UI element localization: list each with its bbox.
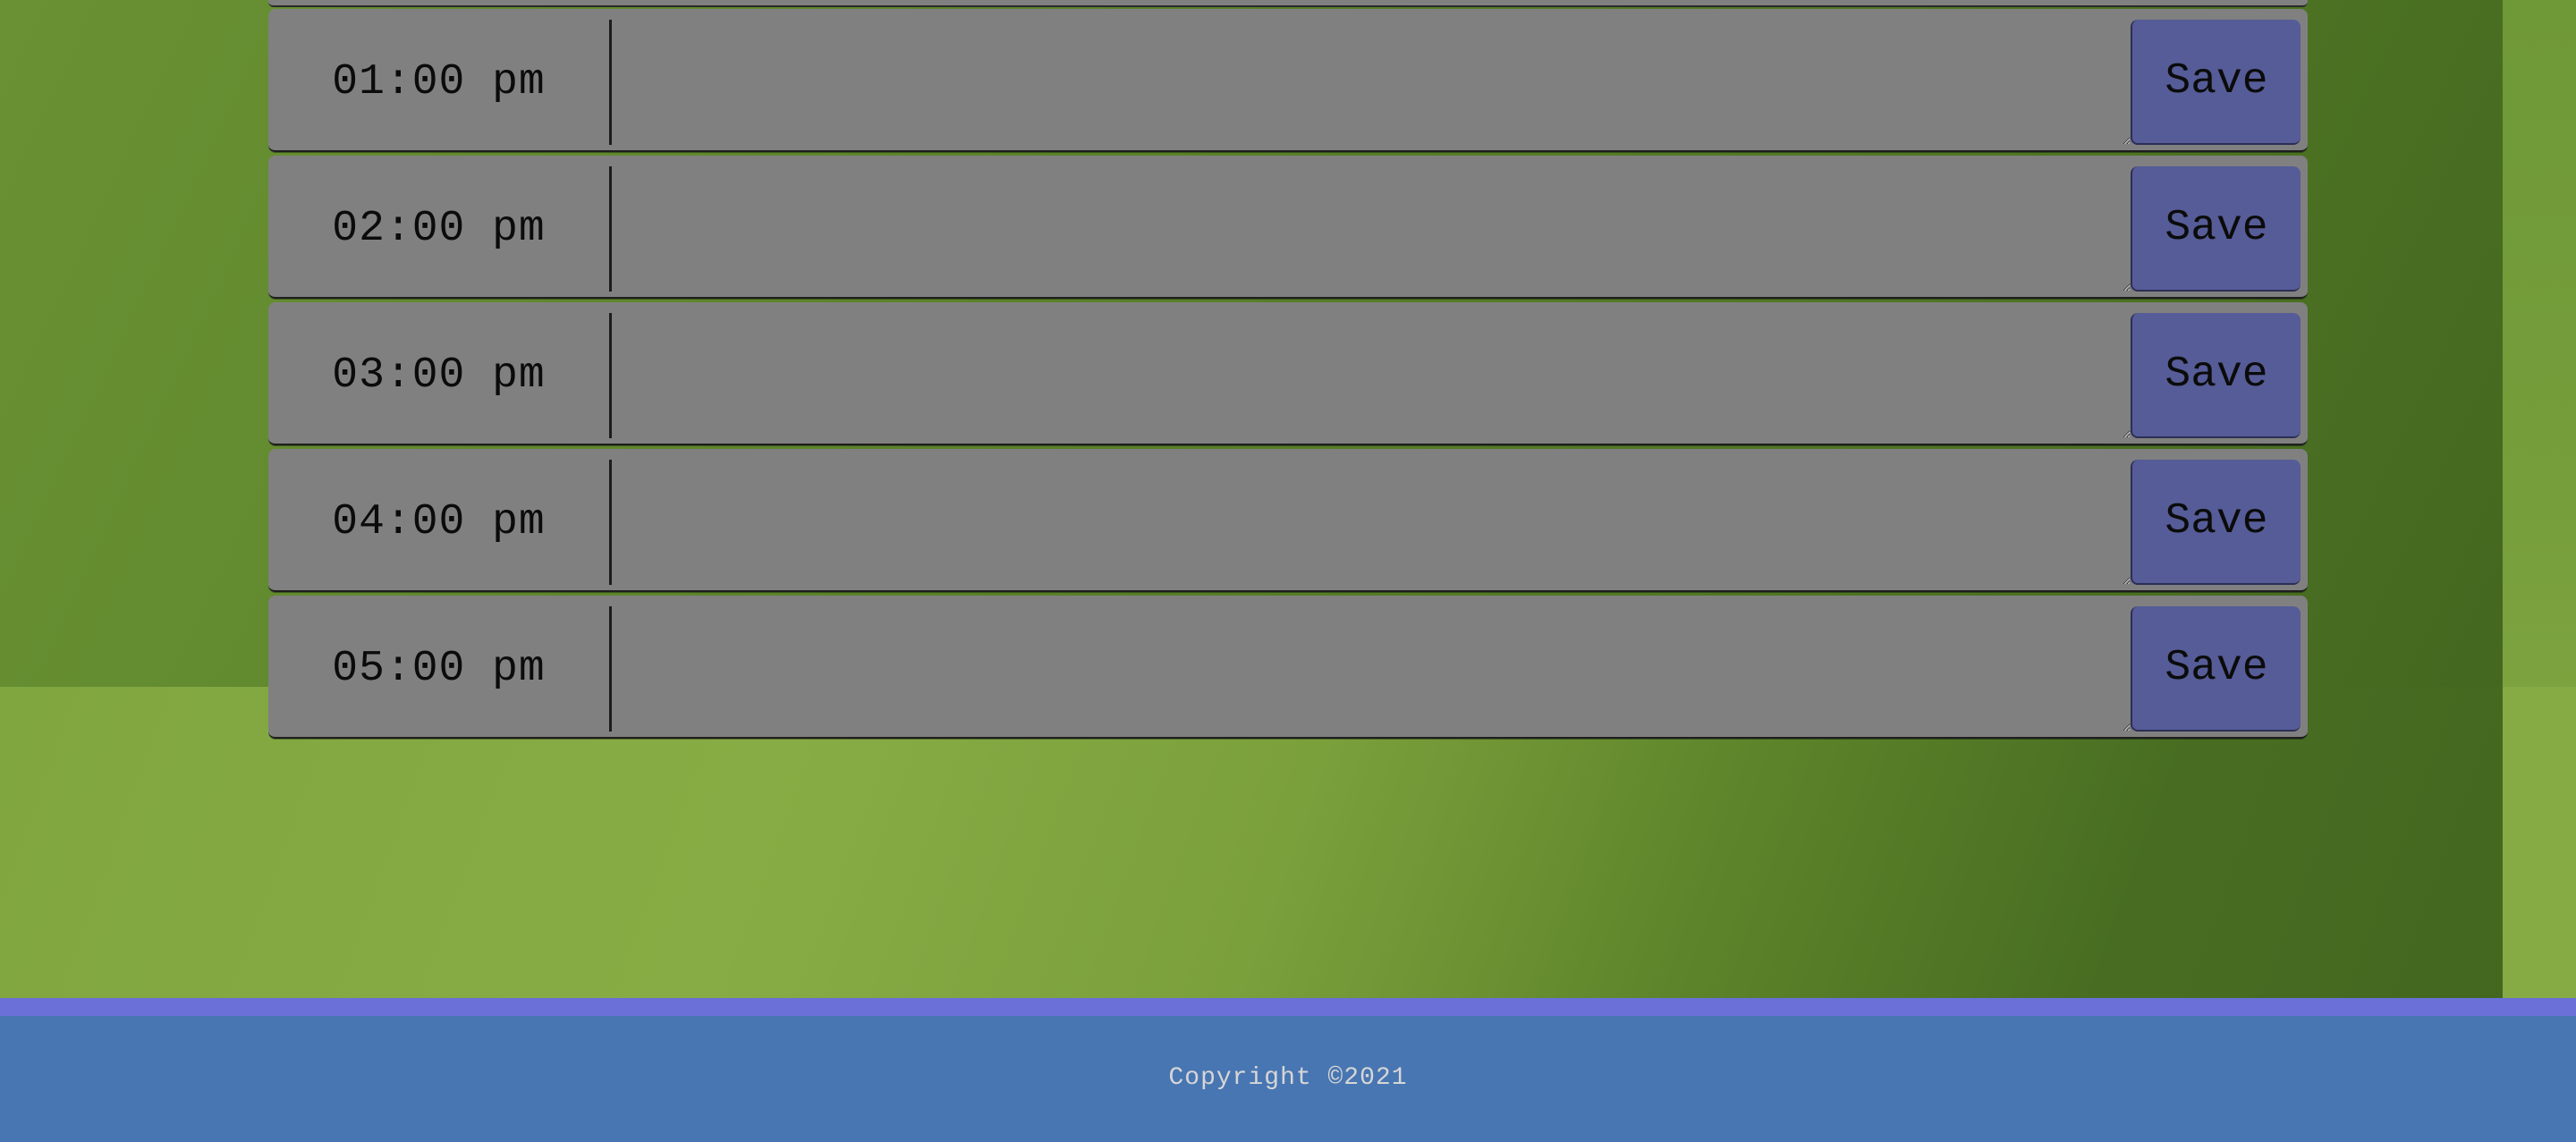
event-description-input[interactable] xyxy=(612,313,2131,438)
page-footer: Copyright ©2021 xyxy=(0,998,2576,1142)
time-block-row: 05:00 pm Save xyxy=(268,596,2308,739)
event-description-input[interactable] xyxy=(612,166,2131,292)
event-description-input[interactable] xyxy=(612,606,2131,732)
hour-label: 02:00 pm xyxy=(268,166,612,292)
hour-label: 05:00 pm xyxy=(268,606,612,732)
time-block-row: 03:00 pm Save xyxy=(268,302,2308,445)
time-block-row: 02:00 pm Save xyxy=(268,156,2308,299)
hour-label: 03:00 pm xyxy=(268,313,612,438)
save-button[interactable]: Save xyxy=(2131,606,2301,732)
time-block-row: 01:00 pm Save xyxy=(268,9,2308,152)
save-button[interactable]: Save xyxy=(2131,313,2301,438)
previous-row-edge xyxy=(268,0,2308,7)
event-description-input[interactable] xyxy=(612,460,2131,585)
save-button[interactable]: Save xyxy=(2131,20,2301,145)
event-description-input[interactable] xyxy=(612,20,2131,145)
hour-label: 01:00 pm xyxy=(268,20,612,145)
copyright-text: Copyright ©2021 xyxy=(1168,1064,1408,1092)
save-button[interactable]: Save xyxy=(2131,166,2301,292)
hour-label: 04:00 pm xyxy=(268,460,612,585)
page-background-strip-lower xyxy=(2503,687,2576,1000)
save-button[interactable]: Save xyxy=(2131,460,2301,585)
time-block-row: 04:00 pm Save xyxy=(268,449,2308,592)
